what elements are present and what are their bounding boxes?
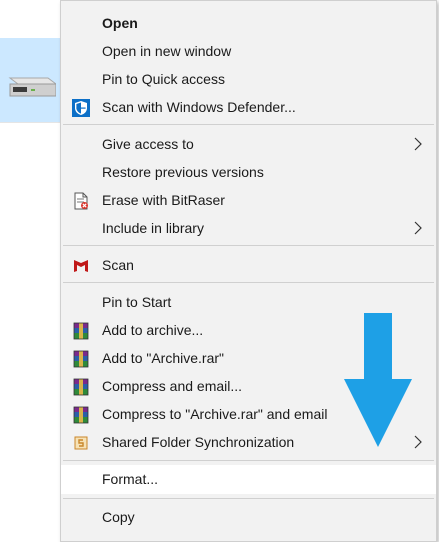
menu-item-format[interactable]: Format...: [61, 465, 436, 494]
menu-item-include-library[interactable]: Include in library: [61, 214, 436, 242]
menu-item-pin-quick-access[interactable]: Pin to Quick access: [61, 65, 436, 93]
menu-item-label: Format...: [102, 471, 159, 487]
pointer-arrow-icon: [344, 313, 412, 447]
menu-separator: [63, 282, 434, 283]
chevron-right-icon: [414, 221, 422, 235]
menu-item-erase-bitraser[interactable]: Erase with BitRaser: [61, 186, 436, 214]
menu-item-open[interactable]: Open: [61, 9, 436, 37]
hard-drive-icon[interactable]: [4, 68, 56, 98]
bitraser-icon: [74, 192, 88, 210]
menu-separator: [63, 245, 434, 246]
menu-separator: [63, 498, 434, 499]
menu-item-open-new-window[interactable]: Open in new window: [61, 37, 436, 65]
menu-item-pin-start[interactable]: Pin to Start: [61, 288, 436, 316]
menu-item-label: Copy: [102, 509, 135, 525]
menu-item-label: Scan: [102, 257, 134, 273]
winrar-icon: [73, 378, 89, 396]
shared-folder-sync-icon: [74, 436, 88, 450]
menu-separator: [63, 124, 434, 125]
menu-separator: [63, 460, 434, 461]
menu-item-label: Pin to Quick access: [102, 71, 225, 87]
menu-item-give-access[interactable]: Give access to: [61, 130, 436, 158]
chevron-right-icon: [414, 435, 422, 449]
menu-item-label: Open in new window: [102, 43, 232, 59]
context-menu: Open Open in new window Pin to Quick acc…: [60, 0, 437, 542]
menu-item-restore-versions[interactable]: Restore previous versions: [61, 158, 436, 186]
menu-item-label: Add to archive...: [102, 322, 204, 338]
menu-item-label: Compress to "Archive.rar" and email: [102, 406, 328, 422]
winrar-icon: [73, 350, 89, 368]
windows-defender-icon: [72, 99, 90, 117]
menu-item-label: Give access to: [102, 136, 194, 152]
menu-item-label: Pin to Start: [102, 294, 172, 310]
menu-item-scan-mcafee[interactable]: Scan: [61, 251, 436, 279]
winrar-icon: [73, 322, 89, 340]
menu-item-label: Shared Folder Synchronization: [102, 434, 295, 450]
winrar-icon: [73, 406, 89, 424]
menu-item-scan-defender[interactable]: Scan with Windows Defender...: [61, 93, 436, 121]
chevron-right-icon: [414, 137, 422, 151]
menu-item-label: Restore previous versions: [102, 164, 264, 180]
mcafee-icon: [74, 260, 88, 272]
menu-item-label: Erase with BitRaser: [102, 192, 225, 208]
menu-item-label: Compress and email...: [102, 378, 243, 394]
menu-item-label: Open: [102, 15, 138, 31]
menu-item-label: Add to "Archive.rar": [102, 350, 224, 366]
menu-item-label: Include in library: [102, 220, 204, 236]
explorer-divider: [0, 122, 62, 123]
menu-item-label: Scan with Windows Defender...: [102, 99, 296, 115]
